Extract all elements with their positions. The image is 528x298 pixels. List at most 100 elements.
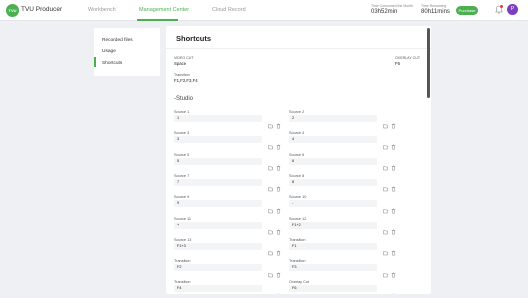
trash-icon[interactable]	[276, 243, 281, 256]
shortcut-input[interactable]: 1	[174, 115, 262, 122]
trash-icon[interactable]	[276, 265, 281, 278]
shortcut-input[interactable]: +	[174, 221, 262, 229]
trash-icon[interactable]	[391, 201, 396, 214]
folder-icon[interactable]	[383, 158, 388, 171]
overlay-cut-label: OVERLAY CUT	[395, 56, 421, 60]
trash-icon[interactable]	[276, 137, 281, 150]
sidebar: Recorded files Usage Shortcuts	[94, 28, 160, 76]
video-cut-label: VIDEO CUT	[174, 56, 194, 60]
nav-management-center[interactable]: Management Center	[139, 7, 189, 13]
sidebar-item-shortcuts[interactable]: Shortcuts	[102, 61, 122, 66]
overlay-cut-value: F6	[395, 61, 401, 66]
trash-icon[interactable]	[276, 158, 281, 171]
nav-active-underline	[137, 19, 178, 21]
folder-icon[interactable]	[383, 179, 388, 192]
time-remaining-value: 80h11mins	[421, 9, 450, 15]
shortcut-input[interactable]: F1+2	[289, 221, 377, 229]
field-label: Source 12	[289, 216, 307, 221]
shortcut-input[interactable]: F2	[174, 264, 262, 272]
folder-icon[interactable]	[383, 201, 388, 213]
page-title: Shortcuts	[176, 34, 212, 43]
folder-icon[interactable]	[383, 286, 388, 292]
trash-icon[interactable]	[276, 179, 281, 192]
shortcut-input[interactable]: 9	[174, 200, 262, 208]
folder-icon[interactable]	[383, 222, 388, 235]
folder-icon[interactable]	[268, 243, 273, 256]
shortcut-input[interactable]: 8	[289, 178, 377, 186]
brand-name: TVU Producer	[21, 6, 63, 13]
shortcut-input[interactable]: -	[289, 200, 377, 208]
field-label: Source 8	[289, 173, 305, 178]
shortcut-input[interactable]: F6	[289, 285, 377, 293]
folder-icon[interactable]	[268, 286, 273, 292]
trash-icon[interactable]	[276, 116, 281, 128]
field-label: Source 3	[174, 131, 190, 136]
trash-icon[interactable]	[391, 179, 396, 192]
shortcut-input[interactable]: 7	[174, 178, 262, 186]
shortcut-input[interactable]: F1+3	[174, 242, 262, 250]
field-label: Transition	[289, 237, 306, 242]
folder-icon[interactable]	[383, 137, 388, 150]
shortcut-input[interactable]: 5	[174, 157, 262, 165]
trash-icon[interactable]	[276, 222, 281, 235]
field-label: Transition	[174, 280, 191, 285]
shortcut-input[interactable]: 3	[174, 136, 262, 144]
shortcut-input[interactable]: F4	[174, 285, 262, 293]
folder-icon[interactable]	[268, 179, 273, 192]
sidebar-active-indicator	[94, 57, 96, 67]
shortcut-input[interactable]: 4	[289, 136, 377, 144]
field-label: Transition	[174, 259, 191, 264]
trash-icon[interactable]	[276, 286, 281, 294]
studio-section-title: -Studio	[174, 96, 194, 102]
trash-icon[interactable]	[391, 243, 396, 256]
scrollbar[interactable]	[427, 28, 430, 98]
field-label: Source 1	[174, 110, 190, 114]
folder-icon[interactable]	[268, 265, 273, 277]
shortcut-input[interactable]: F1	[289, 242, 377, 250]
field-label: Source 10	[289, 195, 307, 200]
folder-icon[interactable]	[268, 158, 273, 171]
field-label: Source 2	[289, 110, 305, 114]
field-label: Source 9	[174, 195, 190, 200]
shortcut-input[interactable]: 6	[289, 157, 377, 165]
sidebar-item-usage[interactable]: Usage	[102, 49, 116, 54]
trash-icon[interactable]	[391, 265, 396, 278]
video-cut-value: Space	[174, 61, 187, 66]
field-label: Source 13	[174, 237, 192, 242]
avatar[interactable]: P	[507, 4, 518, 15]
purchase-button[interactable]: Purchase	[456, 6, 478, 15]
sidebar-item-recorded-files[interactable]: Recorded files	[102, 38, 133, 43]
field-label: Source 5	[174, 152, 190, 157]
time-consumed-label: Time Consumed the Month	[371, 4, 414, 8]
field-label: Source 7	[174, 173, 190, 178]
top-bar: TVU TVU Producer Workbench Management Ce…	[0, 0, 528, 21]
title-divider	[166, 48, 431, 49]
folder-icon[interactable]	[268, 222, 273, 235]
folder-icon[interactable]	[268, 201, 273, 213]
nav-workbench[interactable]: Workbench	[88, 7, 116, 13]
folder-icon[interactable]	[383, 116, 388, 128]
trash-icon[interactable]	[276, 201, 281, 214]
shortcuts-panel: Shortcuts VIDEO CUT Space OVERLAY CUT F6…	[166, 26, 431, 294]
shortcut-input[interactable]: 2	[289, 115, 377, 122]
field-label: Source 4	[289, 131, 305, 136]
field-label: Source 11	[174, 216, 192, 221]
time-remaining-label: Time Remaining	[421, 4, 447, 8]
folder-icon[interactable]	[268, 116, 273, 128]
folder-icon[interactable]	[268, 137, 273, 150]
shortcut-input[interactable]: F3	[289, 264, 377, 272]
logo-icon: TVU	[6, 4, 19, 17]
field-label: Source 6	[289, 152, 305, 157]
trash-icon[interactable]	[391, 116, 396, 128]
trash-icon[interactable]	[391, 137, 396, 150]
trash-icon[interactable]	[391, 222, 396, 235]
time-consumed-value: 03h52min	[371, 9, 398, 15]
transition-value: F1,F2,F3,F4	[174, 78, 198, 83]
folder-icon[interactable]	[383, 243, 388, 256]
trash-icon[interactable]	[391, 158, 396, 171]
field-label: Transition	[289, 259, 306, 264]
nav-cloud-record[interactable]: Cloud Record	[212, 7, 246, 13]
trash-icon[interactable]	[391, 286, 396, 294]
notification-dot	[500, 5, 503, 8]
folder-icon[interactable]	[383, 265, 388, 277]
